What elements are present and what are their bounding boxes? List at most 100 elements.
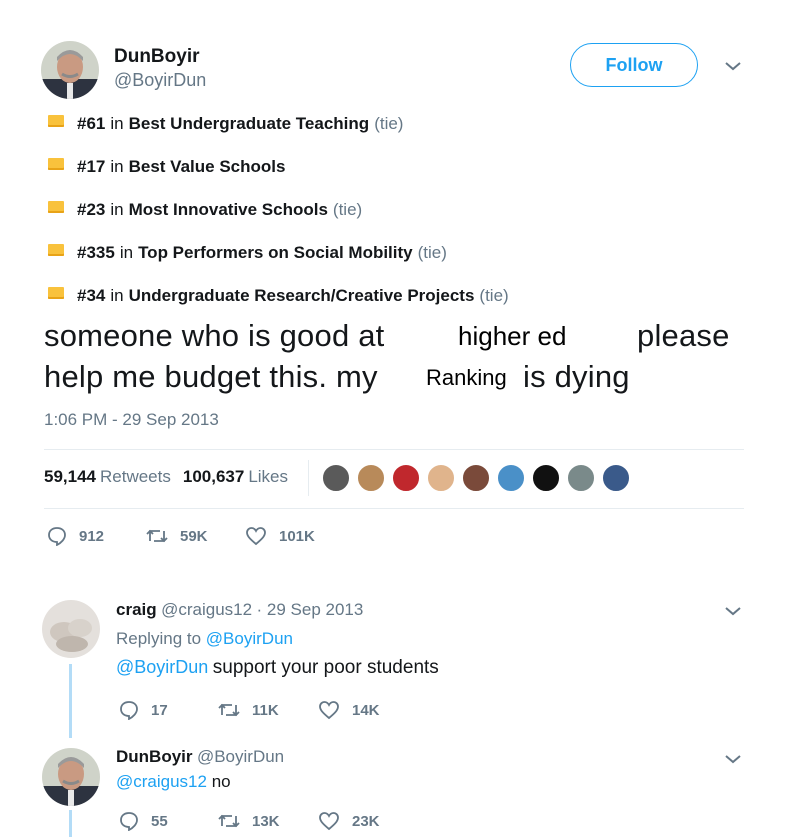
ranking-number: #23: [77, 200, 106, 219]
liker-avatar[interactable]: [461, 463, 491, 493]
ranking-category: Most Innovative Schools: [128, 200, 328, 219]
follow-button[interactable]: Follow: [570, 43, 698, 87]
ranking-in: in: [110, 114, 124, 133]
like-count: 101K: [279, 527, 315, 545]
reply-body: @BoyirDun support your poor students: [116, 657, 439, 679]
reply-icon: [119, 700, 151, 720]
divider: [44, 508, 744, 509]
liker-avatar[interactable]: [356, 463, 386, 493]
reply-author-handle[interactable]: @BoyirDun: [197, 747, 284, 766]
ranking-category: Best Value Schools: [128, 157, 286, 176]
ranking-flag-icon: [48, 158, 64, 170]
ranking-item: #335 in Top Performers on Social Mobilit…: [48, 241, 447, 265]
ranking-flag-icon: [48, 115, 64, 127]
retweet-count: 13K: [252, 812, 280, 830]
liker-avatars: [321, 463, 636, 493]
retweet-icon: [146, 526, 180, 546]
retweet-icon: [218, 811, 252, 831]
chevron-down-icon[interactable]: [724, 753, 742, 765]
reply-mention[interactable]: @craigus12: [116, 772, 207, 791]
liker-avatar[interactable]: [426, 463, 456, 493]
retweet-action[interactable]: 11K: [218, 700, 279, 720]
chevron-down-icon[interactable]: [724, 60, 742, 72]
stats-separator: [308, 460, 309, 496]
reply-icon: [119, 811, 151, 831]
ranking-in: in: [110, 157, 124, 176]
reply-count: 912: [79, 527, 105, 545]
thread-line: [69, 664, 72, 738]
reply-action[interactable]: 17: [119, 700, 168, 720]
replying-to-handle[interactable]: @BoyirDun: [206, 629, 293, 648]
likes-label[interactable]: Likes: [248, 467, 288, 487]
reply-icon: [47, 526, 79, 546]
ranking-number: #34: [77, 286, 106, 305]
thread-line: [69, 810, 72, 837]
reply-text: no: [211, 772, 231, 791]
author-name[interactable]: DunBoyir: [114, 46, 200, 68]
reply-body: @craigus12 no: [116, 772, 231, 792]
tweet-timestamp[interactable]: 1:06 PM - 29 Sep 2013: [44, 410, 219, 430]
ranking-number: #17: [77, 157, 106, 176]
liker-avatar[interactable]: [601, 463, 631, 493]
ranking-flag-icon: [48, 244, 64, 256]
replying-to-label: Replying to: [116, 629, 202, 648]
ranking-item: #17 in Best Value Schools: [48, 155, 285, 179]
ranking-in: in: [110, 286, 124, 305]
ranking-flag-icon: [48, 287, 64, 299]
reply-date[interactable]: · 29 Sep 2013: [257, 600, 364, 619]
tweet-text-line2-end: is dying: [523, 359, 630, 394]
retweets-label[interactable]: Retweets: [100, 467, 171, 487]
reply-author-handle[interactable]: @craigus12: [161, 600, 252, 619]
chevron-down-icon[interactable]: [724, 605, 742, 617]
like-count: 14K: [352, 701, 380, 719]
likes-count[interactable]: 100,637: [183, 467, 244, 487]
author-handle[interactable]: @BoyirDun: [114, 70, 206, 91]
like-action[interactable]: 23K: [318, 811, 380, 831]
heart-icon: [245, 526, 279, 546]
heart-icon: [318, 811, 352, 831]
retweet-count: 59K: [180, 527, 208, 545]
heart-icon: [318, 700, 352, 720]
reply-count: 55: [151, 812, 168, 830]
reply-author-name[interactable]: DunBoyir: [116, 747, 193, 766]
tweet-text-line1-end: please: [637, 318, 730, 353]
retweet-icon: [218, 700, 252, 720]
reply-author-name[interactable]: craig: [116, 600, 157, 619]
reply-action[interactable]: 55: [119, 811, 168, 831]
ranking-item: #61 in Best Undergraduate Teaching (tie): [48, 112, 403, 136]
divider: [44, 449, 744, 450]
like-action[interactable]: 101K: [245, 526, 315, 546]
tweet-text-line2-start: help me budget this. my: [44, 359, 378, 394]
ranking-in: in: [110, 200, 124, 219]
ranking-in: in: [119, 243, 134, 262]
retweet-action[interactable]: 59K: [146, 526, 208, 546]
ranking-category: Undergraduate Research/Creative Projects: [128, 286, 475, 305]
ranking-number: #335: [77, 243, 115, 262]
liker-avatar[interactable]: [391, 463, 421, 493]
reply-avatar[interactable]: [42, 600, 100, 658]
ranking-category: Best Undergraduate Teaching: [128, 114, 370, 133]
ranking-tie: (tie): [332, 200, 363, 219]
liker-avatar[interactable]: [321, 463, 351, 493]
liker-avatar[interactable]: [496, 463, 526, 493]
retweet-action[interactable]: 13K: [218, 811, 280, 831]
ranking-number: #61: [77, 114, 106, 133]
retweet-count: 11K: [252, 701, 279, 719]
liker-avatar[interactable]: [531, 463, 561, 493]
tweet-text-line1-start: someone who is good at: [44, 318, 385, 353]
reply-avatar[interactable]: [42, 748, 100, 806]
ranking-category: Top Performers on Social Mobility: [138, 243, 413, 262]
tweet-text-insert-higher-ed: higher ed: [458, 321, 567, 351]
reply-action[interactable]: 912: [47, 526, 104, 546]
like-action[interactable]: 14K: [318, 700, 380, 720]
retweets-count[interactable]: 59,144: [44, 467, 96, 487]
reply-mention[interactable]: @BoyirDun: [116, 657, 208, 677]
like-count: 23K: [352, 812, 380, 830]
tweet-stats: 59,144 Retweets 100,637 Likes: [44, 467, 300, 487]
ranking-tie: (tie): [417, 243, 447, 262]
ranking-flag-icon: [48, 201, 64, 213]
author-avatar[interactable]: [41, 41, 99, 99]
reply-header: DunBoyir @BoyirDun: [116, 747, 284, 767]
liker-avatar[interactable]: [566, 463, 596, 493]
tweet-text-insert-ranking: Ranking: [426, 365, 507, 390]
